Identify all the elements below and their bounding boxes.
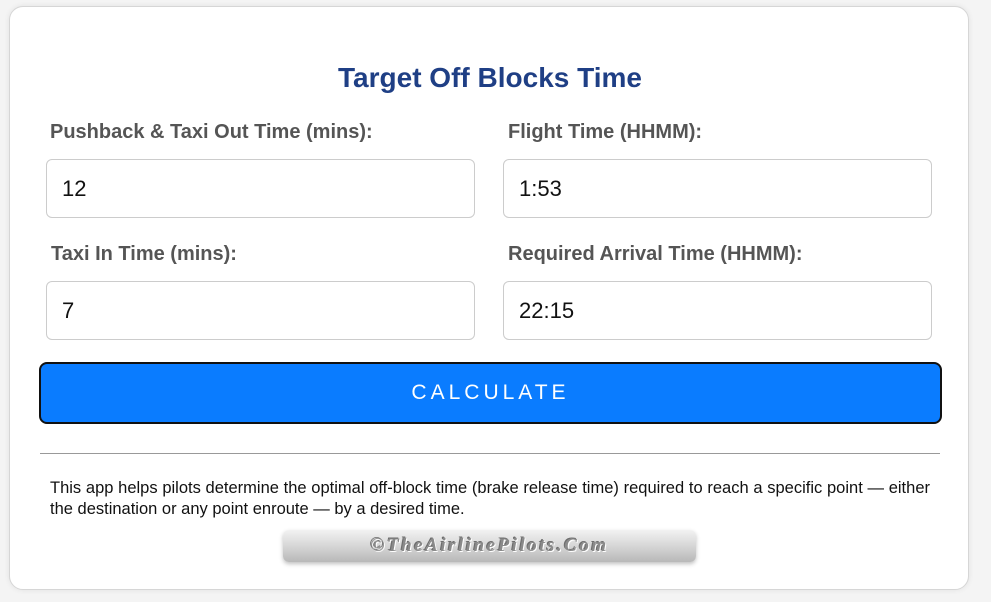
pushback-taxi-out-label: Pushback & Taxi Out Time (mins): [50, 121, 373, 143]
app-description: This app helps pilots determine the opti… [50, 479, 930, 518]
flight-time-input[interactable] [503, 159, 932, 218]
pushback-taxi-out-input[interactable] [46, 159, 475, 218]
flight-time-label: Flight Time (HHMM): [508, 121, 703, 143]
taxi-in-label: Taxi In Time (mins): [51, 243, 237, 265]
copyright-badge[interactable]: ©TheAirlinePilots.Com [283, 530, 696, 562]
page-title: Target Off Blocks Time [338, 62, 642, 93]
calculator-card: Target Off Blocks Time Pushback & Taxi O… [9, 6, 969, 590]
required-arrival-label: Required Arrival Time (HHMM): [508, 243, 803, 265]
calculate-button[interactable]: CALCULATE [39, 362, 942, 424]
taxi-in-input[interactable] [46, 281, 475, 340]
divider [40, 453, 940, 454]
required-arrival-input[interactable] [503, 281, 932, 340]
